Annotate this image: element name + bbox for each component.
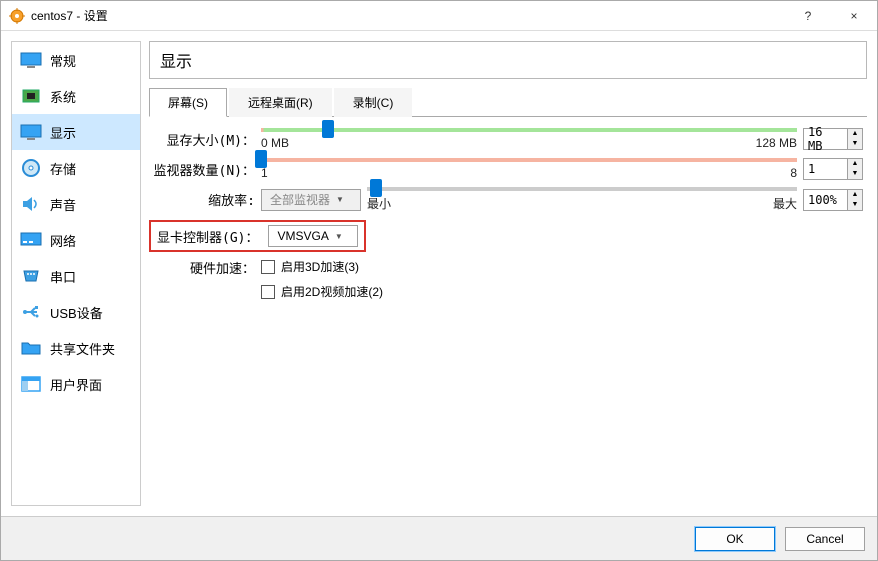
checkbox-label: 启用2D视频加速(2) xyxy=(281,283,383,300)
slider-thumb[interactable] xyxy=(370,179,382,197)
tab-remote-desktop[interactable]: 远程桌面(R) xyxy=(229,88,332,117)
sidebar-item-label: 用户界面 xyxy=(50,375,102,394)
chip-icon xyxy=(20,87,42,105)
row-graphics-controller: 显卡控制器(G)： VMSVGA ▼ xyxy=(149,220,863,252)
panel-title: 显示 xyxy=(160,54,192,71)
slider-zoom[interactable]: 最小 最大 xyxy=(367,187,797,212)
titlebar: centos7 - 设置 ? × xyxy=(1,1,877,31)
sidebar-item-usb[interactable]: USB设备 xyxy=(12,294,140,330)
sidebar-item-label: 系统 xyxy=(50,87,76,106)
tabs: 屏幕(S) 远程桌面(R) 录制(C) xyxy=(149,87,867,117)
checkbox-3d-accel-row: 启用3D加速(3) xyxy=(261,258,359,275)
row-monitor-count: 监视器数量(N)： 1 8 1 ▲▼ xyxy=(149,157,863,181)
slider-video-memory[interactable]: 0 MB 128 MB xyxy=(261,128,797,150)
sidebar-item-label: 显示 xyxy=(50,123,76,142)
spinbox-zoom[interactable]: 100% ▲▼ xyxy=(803,189,863,211)
slider-min-label: 1 xyxy=(261,166,268,180)
spin-down[interactable]: ▼ xyxy=(848,169,862,179)
app-icon xyxy=(9,8,25,24)
sidebar-item-label: 共享文件夹 xyxy=(50,339,115,358)
cancel-button[interactable]: Cancel xyxy=(785,527,865,551)
tab-recording[interactable]: 录制(C) xyxy=(334,88,413,117)
speaker-icon xyxy=(20,195,42,213)
sidebar-item-display[interactable]: 显示 xyxy=(12,114,140,150)
sidebar-item-label: 存储 xyxy=(50,159,76,178)
spin-up[interactable]: ▲ xyxy=(848,129,862,139)
main-panel: 显示 屏幕(S) 远程桌面(R) 录制(C) 显存大小(M)： xyxy=(149,41,867,506)
footer: OK Cancel xyxy=(1,516,877,560)
sidebar-item-shared-folders[interactable]: 共享文件夹 xyxy=(12,330,140,366)
form: 显存大小(M)： 0 MB 128 MB 16 MB ▲▼ xyxy=(149,127,867,308)
sidebar-item-serial[interactable]: 串口 xyxy=(12,258,140,294)
window-title: centos7 - 设置 xyxy=(31,7,785,24)
spinbox-monitor-count[interactable]: 1 ▲▼ xyxy=(803,158,863,180)
row-hw-accel: 硬件加速： 启用3D加速(3) 启用2D视频加速(2) xyxy=(149,258,863,304)
spinbox-video-memory[interactable]: 16 MB ▲▼ xyxy=(803,128,863,150)
row-zoom: 缩放率: 全部监视器 ▼ 最小 最大 xyxy=(149,187,863,212)
checkbox-3d-accel[interactable] xyxy=(261,260,275,274)
combobox-graphics-controller[interactable]: VMSVGA ▼ xyxy=(268,225,358,247)
highlight-box: 显卡控制器(G)： VMSVGA ▼ xyxy=(149,220,366,252)
sidebar-item-label: 网络 xyxy=(50,231,76,250)
sidebar-item-audio[interactable]: 声音 xyxy=(12,186,140,222)
spin-up[interactable]: ▲ xyxy=(848,190,862,200)
slider-thumb[interactable] xyxy=(322,120,334,138)
ok-button[interactable]: OK xyxy=(695,527,775,551)
label-hw-accel: 硬件加速： xyxy=(149,258,261,277)
spinbox-value: 1 xyxy=(804,162,847,176)
row-video-memory: 显存大小(M)： 0 MB 128 MB 16 MB ▲▼ xyxy=(149,127,863,151)
combobox-value: VMSVGA xyxy=(277,229,328,243)
checkbox-2d-accel-row: 启用2D视频加速(2) xyxy=(261,283,383,300)
slider-max-label: 128 MB xyxy=(756,136,797,150)
sidebar-item-label: 串口 xyxy=(50,267,76,286)
checkbox-label: 启用3D加速(3) xyxy=(281,258,359,275)
slider-monitor-count[interactable]: 1 8 xyxy=(261,158,797,180)
slider-max-label: 8 xyxy=(790,166,797,180)
spinbox-value: 100% xyxy=(804,193,847,207)
monitor-icon xyxy=(20,51,42,69)
panel-title-box: 显示 xyxy=(149,41,867,79)
sidebar-item-network[interactable]: 网络 xyxy=(12,222,140,258)
spin-down[interactable]: ▼ xyxy=(848,139,862,149)
spin-down[interactable]: ▼ xyxy=(848,200,862,210)
slider-min-label: 0 MB xyxy=(261,136,289,150)
slider-max-label: 最大 xyxy=(773,195,797,212)
sidebar-item-ui[interactable]: 用户界面 xyxy=(12,366,140,402)
sidebar-item-label: 常规 xyxy=(50,51,76,70)
chevron-down-icon: ▼ xyxy=(335,232,343,241)
sidebar-item-storage[interactable]: 存储 xyxy=(12,150,140,186)
sidebar: 常规 系统 显示 存储 声音 网络 xyxy=(11,41,141,506)
chevron-down-icon: ▼ xyxy=(336,195,344,204)
serial-icon xyxy=(20,267,42,285)
usb-icon xyxy=(20,303,42,321)
combobox-zoom-target[interactable]: 全部监视器 ▼ xyxy=(261,189,361,211)
spinbox-value: 16 MB xyxy=(804,125,847,153)
sidebar-item-general[interactable]: 常规 xyxy=(12,42,140,78)
checkbox-2d-accel[interactable] xyxy=(261,285,275,299)
layout-icon xyxy=(20,375,42,393)
label-monitor-count: 监视器数量(N)： xyxy=(149,160,261,179)
display-icon xyxy=(20,123,42,141)
spin-up[interactable]: ▲ xyxy=(848,159,862,169)
settings-window: centos7 - 设置 ? × 常规 系统 显示 存储 xyxy=(0,0,878,561)
tab-screen[interactable]: 屏幕(S) xyxy=(149,88,227,117)
window-body: 常规 系统 显示 存储 声音 网络 xyxy=(1,31,877,516)
slider-thumb[interactable] xyxy=(255,150,267,168)
combobox-value: 全部监视器 xyxy=(270,191,330,208)
network-icon xyxy=(20,231,42,249)
sidebar-item-label: 声音 xyxy=(50,195,76,214)
label-graphics-controller: 显卡控制器(G)： xyxy=(157,227,264,246)
label-video-memory: 显存大小(M)： xyxy=(149,130,261,149)
close-button[interactable]: × xyxy=(831,1,877,31)
disk-icon xyxy=(20,159,42,177)
folder-icon xyxy=(20,339,42,357)
label-zoom: 缩放率: xyxy=(149,190,261,209)
sidebar-item-system[interactable]: 系统 xyxy=(12,78,140,114)
sidebar-item-label: USB设备 xyxy=(50,303,103,322)
help-button[interactable]: ? xyxy=(785,1,831,31)
slider-min-label: 最小 xyxy=(367,195,391,212)
